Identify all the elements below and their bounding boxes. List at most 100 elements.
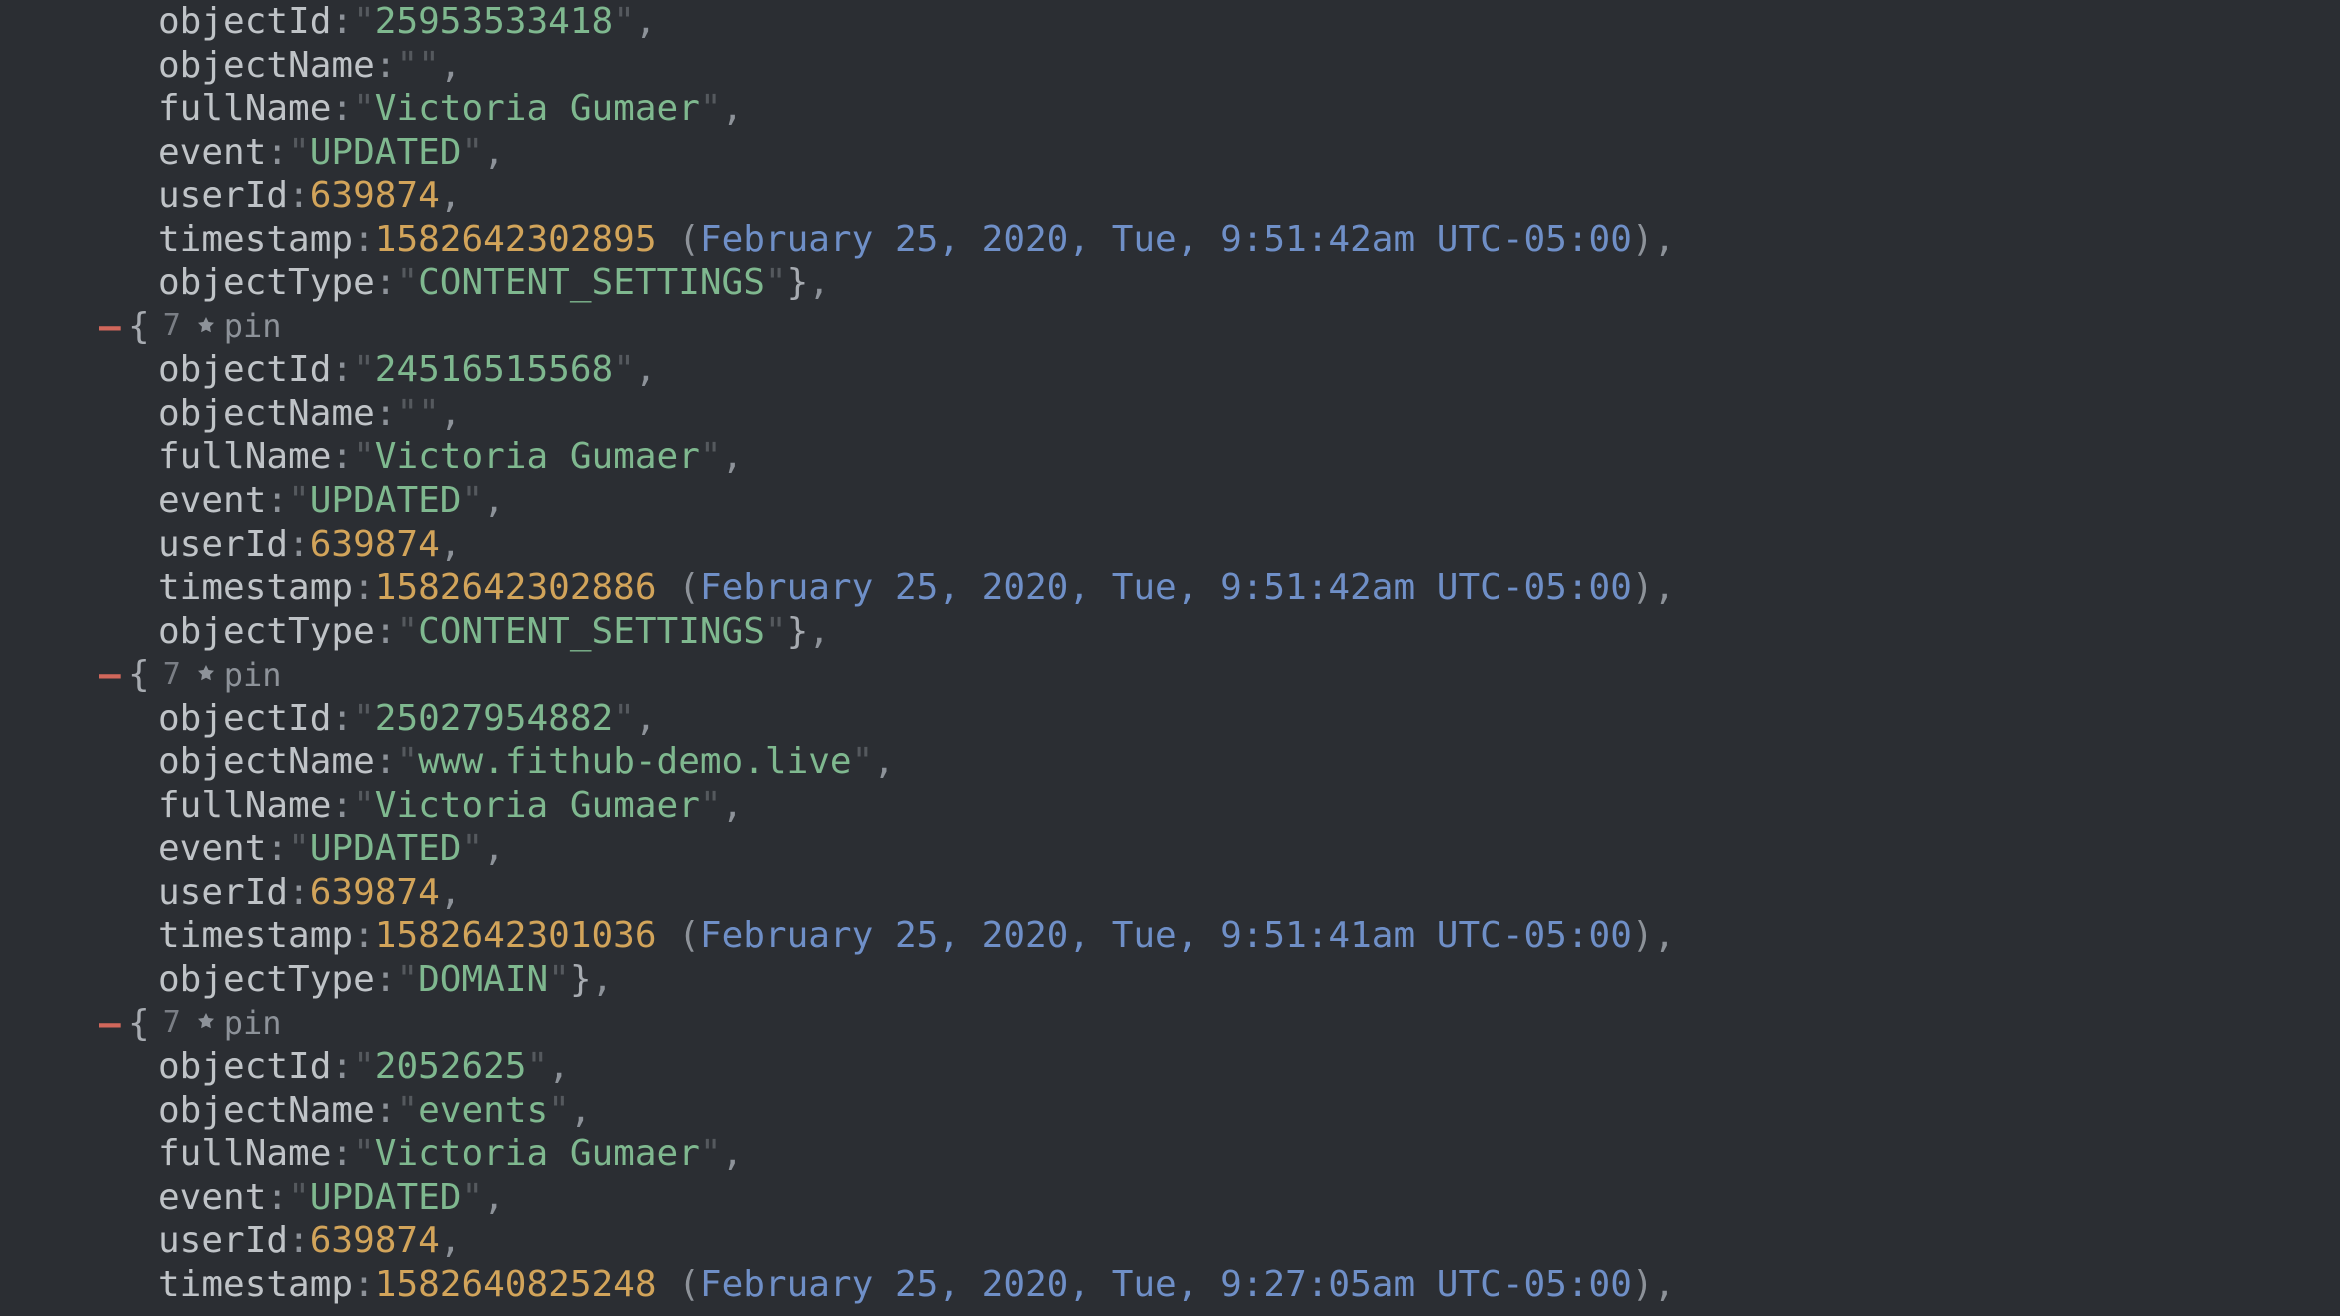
row-userId-value: 639874 bbox=[310, 524, 440, 565]
row-userId-key: userId bbox=[158, 1220, 288, 1261]
row-event: event:"UPDATED", bbox=[0, 479, 2340, 523]
row-userId: userId:639874, bbox=[0, 523, 2340, 567]
row-objectName-key: objectName bbox=[158, 741, 375, 782]
row-objectName: objectName:"www.fithub-demo.live", bbox=[0, 740, 2340, 784]
row-fullName-value: Victoria Gumaer bbox=[375, 1133, 700, 1174]
row-fullName-key: fullName bbox=[158, 88, 331, 129]
row-timestamp: timestamp:1582640825248 (February 25, 20… bbox=[0, 1263, 2340, 1307]
row-objectType: objectType:"CONTENT_SETTINGS"}, bbox=[0, 610, 2340, 654]
object-header: –{7 pin bbox=[0, 305, 2340, 349]
row-timestamp: timestamp:1582642301036 (February 25, 20… bbox=[0, 914, 2340, 958]
row-event-key: event bbox=[158, 828, 266, 869]
row-timestamp-human: February 25, 2020, Tue, 9:27:05am UTC-05… bbox=[700, 1264, 1632, 1305]
row-objectName-value: events bbox=[418, 1090, 548, 1131]
pin-button[interactable]: pin bbox=[194, 307, 282, 346]
row-objectId: objectId:"25953533418", bbox=[0, 0, 2340, 44]
object-header: –{7 pin bbox=[0, 653, 2340, 697]
row-timestamp-human: February 25, 2020, Tue, 9:51:41am UTC-05… bbox=[700, 915, 1632, 956]
row-objectName-key: objectName bbox=[158, 45, 375, 86]
row-fullName: fullName:"Victoria Gumaer", bbox=[0, 435, 2340, 479]
row-event-value: UPDATED bbox=[310, 828, 462, 869]
json-viewer: objectId:"25953533418",objectName:"",ful… bbox=[0, 0, 2340, 1306]
row-objectId-key: objectId bbox=[158, 698, 331, 739]
row-event-value: UPDATED bbox=[310, 480, 462, 521]
row-event-value: UPDATED bbox=[310, 132, 462, 173]
row-objectType: objectType:"DOMAIN"}, bbox=[0, 958, 2340, 1002]
row-timestamp-value: 1582640825248 bbox=[375, 1264, 657, 1305]
row-userId: userId:639874, bbox=[0, 871, 2340, 915]
open-brace: { bbox=[128, 305, 150, 349]
row-fullName: fullName:"Victoria Gumaer", bbox=[0, 784, 2340, 828]
row-objectType-key: objectType bbox=[158, 611, 375, 652]
row-timestamp: timestamp:1582642302886 (February 25, 20… bbox=[0, 566, 2340, 610]
row-timestamp-key: timestamp bbox=[158, 567, 353, 608]
collapse-toggle[interactable]: – bbox=[99, 653, 119, 697]
row-userId-key: userId bbox=[158, 175, 288, 216]
row-fullName-key: fullName bbox=[158, 785, 331, 826]
row-fullName-value: Victoria Gumaer bbox=[375, 88, 700, 129]
row-timestamp: timestamp:1582642302895 (February 25, 20… bbox=[0, 218, 2340, 262]
pin-icon bbox=[194, 315, 218, 339]
row-userId-value: 639874 bbox=[310, 1220, 440, 1261]
row-timestamp-key: timestamp bbox=[158, 1264, 353, 1305]
row-userId-key: userId bbox=[158, 524, 288, 565]
pin-button[interactable]: pin bbox=[194, 656, 282, 695]
row-event-key: event bbox=[158, 132, 266, 173]
object-header: –{7 pin bbox=[0, 1002, 2340, 1046]
row-timestamp-key: timestamp bbox=[158, 915, 353, 956]
property-count: 7 bbox=[159, 308, 185, 344]
row-objectId-value: 2052625 bbox=[375, 1046, 527, 1087]
row-fullName-value: Victoria Gumaer bbox=[375, 436, 700, 477]
row-timestamp-key: timestamp bbox=[158, 219, 353, 260]
row-objectId-key: objectId bbox=[158, 349, 331, 390]
row-objectType-key: objectType bbox=[158, 959, 375, 1000]
pin-label: pin bbox=[224, 656, 282, 695]
row-objectId-value: 25953533418 bbox=[375, 1, 613, 42]
row-objectType: objectType:"CONTENT_SETTINGS"}, bbox=[0, 261, 2340, 305]
row-objectType-value: CONTENT_SETTINGS bbox=[418, 262, 765, 303]
row-timestamp-human: February 25, 2020, Tue, 9:51:42am UTC-05… bbox=[700, 219, 1632, 260]
row-objectId: objectId:"2052625", bbox=[0, 1045, 2340, 1089]
row-event: event:"UPDATED", bbox=[0, 827, 2340, 871]
row-userId: userId:639874, bbox=[0, 174, 2340, 218]
pin-label: pin bbox=[224, 307, 282, 346]
row-objectName-key: objectName bbox=[158, 393, 375, 434]
collapse-toggle[interactable]: – bbox=[99, 305, 119, 349]
row-objectType-key: objectType bbox=[158, 262, 375, 303]
row-userId-value: 639874 bbox=[310, 872, 440, 913]
open-brace: { bbox=[128, 1002, 150, 1046]
row-objectName-value: www.fithub-demo.live bbox=[418, 741, 851, 782]
row-objectName: objectName:"", bbox=[0, 392, 2340, 436]
row-userId: userId:639874, bbox=[0, 1219, 2340, 1263]
property-count: 7 bbox=[159, 657, 185, 693]
row-fullName-key: fullName bbox=[158, 436, 331, 477]
row-userId-value: 639874 bbox=[310, 175, 440, 216]
row-timestamp-human: February 25, 2020, Tue, 9:51:42am UTC-05… bbox=[700, 567, 1632, 608]
row-objectId-value: 25027954882 bbox=[375, 698, 613, 739]
row-timestamp-value: 1582642302895 bbox=[375, 219, 657, 260]
pin-button[interactable]: pin bbox=[194, 1004, 282, 1043]
row-event: event:"UPDATED", bbox=[0, 1176, 2340, 1220]
row-objectType-value: CONTENT_SETTINGS bbox=[418, 611, 765, 652]
row-objectId-key: objectId bbox=[158, 1046, 331, 1087]
row-objectId-key: objectId bbox=[158, 1, 331, 42]
row-fullName-key: fullName bbox=[158, 1133, 331, 1174]
row-objectName-key: objectName bbox=[158, 1090, 375, 1131]
row-event-key: event bbox=[158, 480, 266, 521]
collapse-toggle[interactable]: – bbox=[99, 1002, 119, 1046]
row-event-key: event bbox=[158, 1177, 266, 1218]
row-fullName-value: Victoria Gumaer bbox=[375, 785, 700, 826]
row-fullName: fullName:"Victoria Gumaer", bbox=[0, 1132, 2340, 1176]
row-userId-key: userId bbox=[158, 872, 288, 913]
pin-label: pin bbox=[224, 1004, 282, 1043]
row-objectName: objectName:"", bbox=[0, 44, 2340, 88]
property-count: 7 bbox=[159, 1005, 185, 1041]
row-objectId: objectId:"25027954882", bbox=[0, 697, 2340, 741]
pin-icon bbox=[194, 663, 218, 687]
row-event-value: UPDATED bbox=[310, 1177, 462, 1218]
row-objectType-value: DOMAIN bbox=[418, 959, 548, 1000]
row-timestamp-value: 1582642302886 bbox=[375, 567, 657, 608]
open-brace: { bbox=[128, 653, 150, 697]
row-objectId-value: 24516515568 bbox=[375, 349, 613, 390]
row-objectId: objectId:"24516515568", bbox=[0, 348, 2340, 392]
